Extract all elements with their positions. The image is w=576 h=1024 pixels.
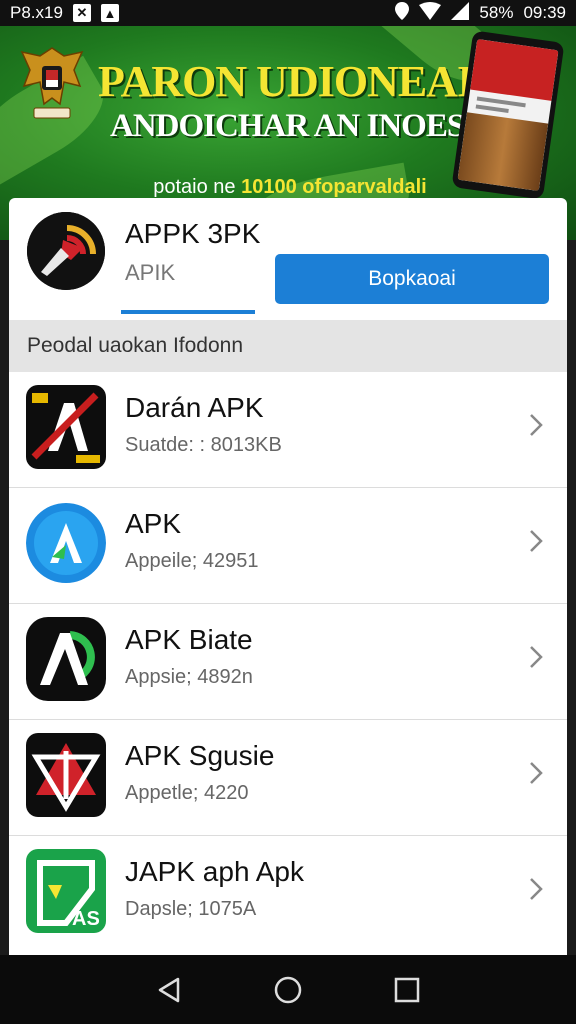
banner-subtitle: ANDOICHAR AN INOESIA <box>110 108 500 144</box>
app-meta: Dapsle; 1075A <box>125 898 257 920</box>
green-a-icon: AS <box>26 849 106 933</box>
wifi-wave-icon <box>27 212 105 290</box>
list-item[interactable]: APK Appeile; 42951 <box>9 488 567 604</box>
app-meta: Appetle; 4220 <box>125 782 249 804</box>
banner-tag-highlight: 10100 ofoparvaldali <box>241 176 427 198</box>
chevron-right-icon <box>530 530 543 552</box>
app-name: APK Sgusie <box>125 740 275 771</box>
section-header: Peodal uaokan Ifodonn <box>9 320 567 372</box>
navigation-bar <box>0 955 576 1024</box>
download-button[interactable]: Bopkaoai <box>275 254 549 304</box>
chevron-right-icon <box>530 878 543 900</box>
featured-app-title: APPK 3PK <box>125 218 261 249</box>
notification-x-icon: ✕ <box>72 4 91 22</box>
featured-app-subtitle: APIK <box>125 260 176 285</box>
status-bar: P8.x19 ✕ ▲ 58% 09:39 <box>0 0 576 26</box>
app-name: Darán APK <box>125 392 264 423</box>
notification-app-icon: ▲ <box>100 4 119 22</box>
battery-percent: 58% <box>479 3 514 22</box>
banner-tag-prefix: potaio ne <box>153 176 242 198</box>
tab-indicator <box>121 310 255 314</box>
app-name: JAPK aph Apk <box>125 856 305 887</box>
garuda-emblem-icon <box>20 47 84 119</box>
app-meta: Suatde: : 8013KB <box>125 434 282 456</box>
clock: 09:39 <box>523 3 566 22</box>
chevron-right-icon <box>530 762 543 784</box>
app-name: APK Biate <box>125 624 253 655</box>
featured-app-card: APPK 3PK APIK Bopkaoai <box>9 198 567 320</box>
app-list: Darán APK Suatde: : 8013KB APK Appeile; … <box>9 372 567 955</box>
status-left-text: P8.x19 <box>10 3 63 22</box>
list-item[interactable]: AS JAPK aph Apk Dapsle; 1075A <box>9 836 567 952</box>
chevron-right-icon <box>530 646 543 668</box>
location-icon <box>395 1 410 25</box>
wifi-icon <box>419 1 442 25</box>
ap-logo-icon <box>26 617 106 701</box>
list-item[interactable]: APK Biate Appsie; 4892n <box>9 604 567 720</box>
app-meta: Appeile; 42951 <box>125 550 259 572</box>
app-name: APK <box>125 508 182 539</box>
svg-text:AS: AS <box>72 908 100 930</box>
chevron-right-icon <box>530 414 543 436</box>
list-item[interactable]: APK Sgusie Appetle; 4220 <box>9 720 567 836</box>
banner-title: PARON UDIONEAIA <box>98 57 505 106</box>
banner-tagline: potaio ne 10100 ofoparvaldali <box>150 176 430 199</box>
a-star-icon <box>26 733 106 817</box>
app-meta: Appsie; 4892n <box>125 666 253 688</box>
list-item[interactable]: Darán APK Suatde: : 8013KB <box>9 372 567 488</box>
recents-icon[interactable] <box>389 972 425 1008</box>
signal-icon <box>451 1 470 25</box>
a-slash-icon <box>26 385 106 469</box>
back-icon[interactable] <box>151 972 187 1008</box>
home-icon[interactable] <box>270 972 306 1008</box>
a-blue-circle-icon <box>26 501 106 585</box>
